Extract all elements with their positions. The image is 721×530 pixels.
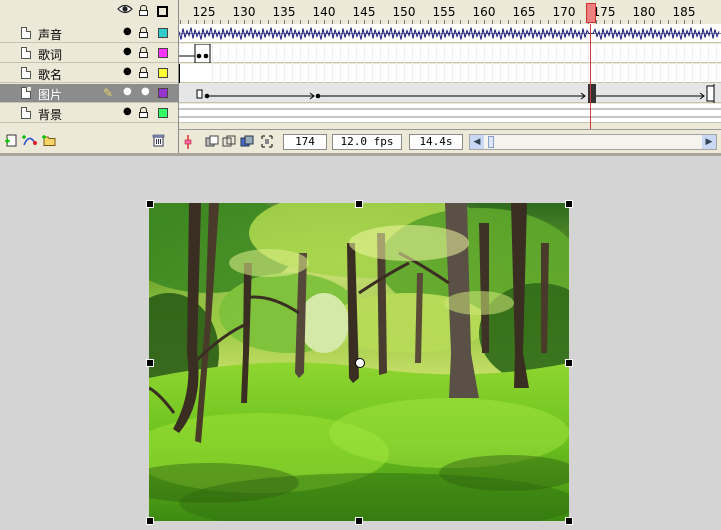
scroll-left-icon[interactable]: ◀ (470, 135, 484, 149)
onion-skin-icon[interactable] (205, 135, 219, 151)
ruler-label: 160 (472, 5, 496, 19)
frame-track[interactable] (179, 44, 721, 63)
keyframe-dot (196, 53, 202, 59)
layer-name[interactable]: 歌词 (38, 46, 62, 63)
modify-onion-markers-icon[interactable] (261, 135, 273, 151)
ruler-label: 150 (392, 5, 416, 19)
outline-color-swatch[interactable] (158, 28, 168, 38)
frame-ruler[interactable]: 125 130 135 140 145 150 155 160 165 170 175 180 185 (179, 0, 721, 25)
layer-row[interactable]: 声音 ● (0, 24, 178, 43)
layer-row[interactable]: 图片 ✎ ● ● (0, 84, 178, 103)
transform-handle-right[interactable] (565, 359, 573, 367)
elapsed-time-display: 14.4s (409, 134, 463, 150)
track-content (179, 27, 721, 40)
transform-handle-left[interactable] (146, 359, 154, 367)
insert-folder-icon[interactable] (41, 133, 57, 150)
frame-track[interactable] (179, 104, 721, 123)
transform-handle-bottom[interactable] (355, 517, 363, 525)
visibility-toggle[interactable]: ● (123, 86, 132, 97)
layer-name[interactable]: 图片 (38, 86, 62, 103)
layer-row[interactable]: 背景 ● (0, 104, 178, 123)
ruler-label: 135 (272, 5, 296, 19)
lock-icon[interactable] (139, 47, 148, 58)
transform-handle-top-right[interactable] (565, 200, 573, 208)
ruler-label: 155 (432, 5, 456, 19)
layer-header (0, 3, 178, 21)
scroll-right-icon[interactable]: ▶ (702, 135, 716, 149)
transform-handle-top[interactable] (355, 200, 363, 208)
outline-color-swatch[interactable] (158, 88, 168, 98)
layer-name[interactable]: 声音 (38, 26, 62, 43)
visibility-toggle[interactable]: ● (123, 66, 132, 77)
visibility-toggle[interactable]: ● (123, 26, 132, 37)
current-frame-display: 174 (283, 134, 327, 150)
layer-icon (21, 87, 31, 99)
frames-area[interactable]: 125 130 135 140 145 150 155 160 165 170 175 180 185 … (179, 0, 721, 154)
ruler-label: 180 (632, 5, 656, 19)
add-motion-guide-icon[interactable] (21, 133, 39, 150)
timeline-panel: 声音 ● 歌词 ● 歌名 ● 图片 ✎ ● ● 背景 ● 125 130 135 140 145 150 155 1… (0, 0, 721, 154)
insert-layer-icon[interactable] (4, 133, 18, 150)
transform-handle-bottom-right[interactable] (565, 517, 573, 525)
ruler-label: 185 (672, 5, 696, 19)
ruler-label: 125 (192, 5, 216, 19)
transform-handle-bottom-left[interactable] (146, 517, 154, 525)
ruler-label: 140 (312, 5, 336, 19)
ruler-label: 130 (232, 5, 256, 19)
playhead-line (590, 24, 591, 129)
outline-color-swatch[interactable] (158, 48, 168, 58)
layer-name[interactable]: 背景 (38, 106, 62, 123)
layer-icon (21, 107, 31, 119)
transform-center-point[interactable] (355, 358, 365, 368)
ruler-label: 145 (352, 5, 376, 19)
lock-icon[interactable] (139, 107, 148, 118)
visibility-toggle[interactable]: ● (123, 46, 132, 57)
lock-toggle[interactable]: ● (141, 86, 150, 97)
layer-row[interactable]: 歌词 ● (0, 44, 178, 63)
ruler-label: 170 (552, 5, 576, 19)
track-content (179, 44, 717, 63)
track-content (196, 84, 715, 103)
pencil-icon: ✎ (103, 86, 114, 100)
ruler-label: 165 (512, 5, 536, 19)
transform-handle-top-left[interactable] (146, 200, 154, 208)
visibility-toggle[interactable]: ● (123, 106, 132, 117)
onion-outline-icon[interactable] (222, 135, 236, 151)
frame-rate-display[interactable]: 12.0 fps (332, 134, 402, 150)
stage[interactable] (0, 156, 721, 530)
track-content (179, 108, 721, 118)
frame-track[interactable] (179, 84, 721, 103)
edit-multiple-frames-icon[interactable] (240, 135, 254, 151)
layer-name[interactable]: 歌名 (38, 66, 62, 83)
track-content (179, 64, 717, 83)
keyframe-dot (203, 53, 209, 59)
layer-icon (21, 27, 31, 39)
outline-color-swatch[interactable] (158, 68, 168, 78)
outline-color-swatch[interactable] (158, 108, 168, 118)
outline-icon[interactable] (157, 6, 168, 17)
layer-row[interactable]: 歌名 ● (0, 64, 178, 83)
frame-track[interactable] (179, 64, 721, 83)
playhead-handle[interactable] (586, 3, 596, 23)
timeline-horizontal-scrollbar[interactable]: ◀ ▶ (469, 134, 717, 150)
eye-icon[interactable] (117, 3, 133, 21)
layer-list: 声音 ● 歌词 ● 歌名 ● 图片 ✎ ● ● 背景 ● (0, 0, 179, 153)
layer-icon (21, 67, 31, 79)
timeline-status-bar: 174 12.0 fps 14.4s ◀ ▶ (179, 129, 721, 154)
frame-track[interactable] (179, 24, 721, 43)
center-frame-icon[interactable] (184, 134, 192, 153)
layer-icon (21, 47, 31, 59)
lock-icon[interactable] (139, 67, 148, 78)
trash-icon[interactable] (152, 133, 165, 150)
scroll-thumb[interactable] (488, 136, 494, 148)
layer-toolbar (0, 129, 178, 153)
lock-icon[interactable] (139, 27, 148, 38)
